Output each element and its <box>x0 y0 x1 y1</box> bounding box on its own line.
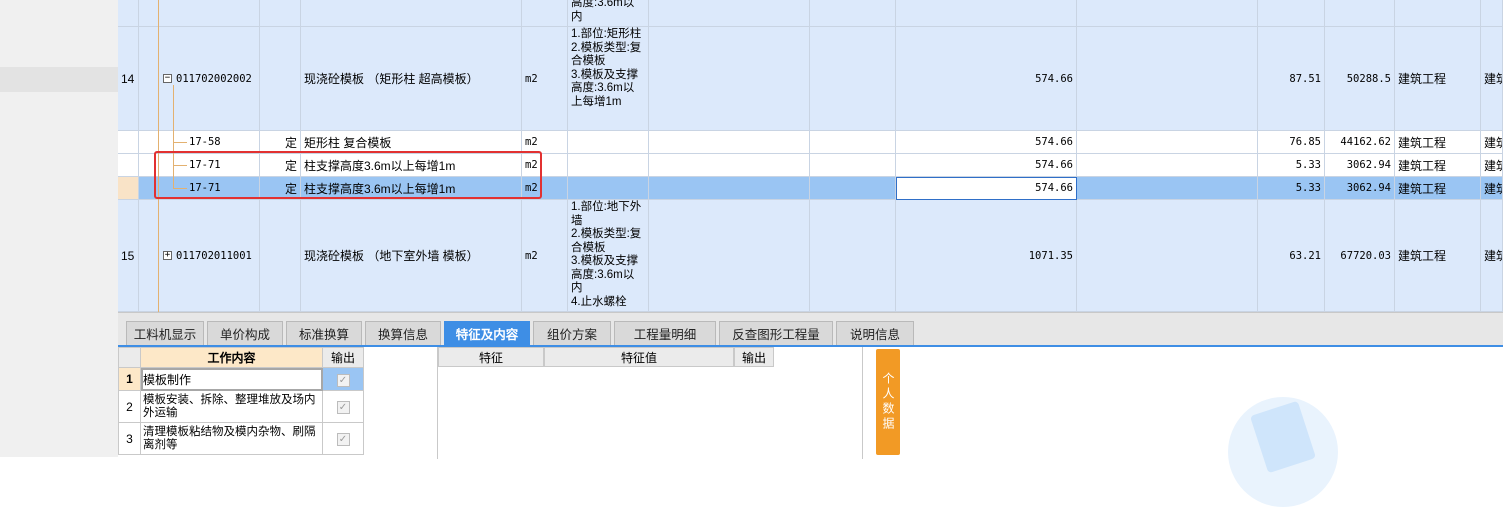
price-cell[interactable]: 63.21 <box>1258 200 1325 312</box>
tab-standard-conversion[interactable]: 标准换算 <box>286 321 362 345</box>
table-row[interactable]: 14 −011702002002 现浇砼模板 （矩形柱 超高模板） m2 1.部… <box>118 27 1503 131</box>
feature-value-header: 特征值 <box>544 347 734 367</box>
quantity-cell[interactable]: 1071.35 <box>896 200 1077 312</box>
total-cell[interactable]: 50288.5 <box>1325 27 1395 131</box>
tab-features-content[interactable]: 特征及内容 <box>444 321 530 345</box>
work-content-table: 工作内容 输出 1 模板制作 ✓ 2 模板安装、拆除、整理堆放及场内外运输 ✓ … <box>118 347 364 455</box>
feature-header: 特征 <box>438 347 544 367</box>
total-cell[interactable]: 3062.94 <box>1325 177 1395 200</box>
left-sidebar <box>0 0 118 457</box>
row-number: 15 <box>118 200 139 312</box>
output-checkbox[interactable]: ✓ <box>336 401 350 414</box>
category2-cell[interactable]: 建筑工程 <box>1481 177 1503 200</box>
total-cell[interactable]: 44162.62 <box>1325 131 1395 154</box>
feature-cell[interactable]: 1.部位:矩形柱 2.模板类型:复合模板 3.模板及支撑高度:3.6m以上每增1… <box>568 27 649 131</box>
tab-quantity-detail[interactable]: 工程量明细 <box>614 321 716 345</box>
tab-pricing-plan[interactable]: 组价方案 <box>533 321 611 345</box>
feature-cell[interactable]: 高度:3.6m以内 <box>568 0 649 27</box>
category2-cell[interactable]: 建筑工程 <box>1481 27 1503 131</box>
category2-cell[interactable]: 建筑工程 <box>1481 154 1503 177</box>
category-cell[interactable]: 建筑工程 <box>1395 177 1481 200</box>
tab-reverse-lookup[interactable]: 反查图形工程量 <box>719 321 833 345</box>
collapse-icon[interactable]: − <box>163 74 172 83</box>
work-content-item[interactable]: 清理模板粘结物及模内杂物、刷隔离剂等 <box>140 422 323 455</box>
price-cell[interactable]: 76.85 <box>1258 131 1325 154</box>
name-cell[interactable]: 现浇砼模板 （矩形柱 超高模板） <box>301 27 522 131</box>
work-content-header: 工作内容 <box>140 347 323 368</box>
tab-unit-price[interactable]: 单价构成 <box>207 321 283 345</box>
category-cell[interactable]: 建筑工程 <box>1395 200 1481 312</box>
total-cell[interactable]: 67720.03 <box>1325 200 1395 312</box>
quantity-cell[interactable]: 574.66 <box>896 27 1077 131</box>
unit-cell[interactable]: m2 <box>522 200 568 312</box>
quantity-cell[interactable]: 574.66 <box>896 154 1077 177</box>
highlight-box <box>154 151 542 199</box>
type-cell[interactable] <box>260 200 301 312</box>
table-row[interactable]: 高度:3.6m以内 <box>118 0 1503 27</box>
bottom-panel: 工作内容 输出 1 模板制作 ✓ 2 模板安装、拆除、整理堆放及场内外运输 ✓ … <box>118 345 1503 507</box>
tree-line <box>173 142 187 143</box>
expand-icon[interactable]: + <box>163 251 172 260</box>
row-number <box>118 177 139 200</box>
work-content-item[interactable]: 模板安装、拆除、整理堆放及场内外运输 <box>140 390 323 423</box>
type-cell[interactable] <box>260 27 301 131</box>
category2-cell[interactable]: 建筑工程 <box>1481 200 1503 312</box>
category-cell[interactable]: 建筑工程 <box>1395 131 1481 154</box>
row-number: 1 <box>118 367 141 391</box>
personal-data-button[interactable]: 个人数据 <box>876 349 900 455</box>
name-cell[interactable]: 现浇砼模板 （地下室外墙 模板） <box>301 200 522 312</box>
code-text: 011702002002 <box>176 72 252 85</box>
tab-description[interactable]: 说明信息 <box>836 321 914 345</box>
left-sidebar-highlight <box>0 67 118 92</box>
feature-cell[interactable]: 1.部位:地下外墙 2.模板类型:复合模板 3.模板及支撑高度:3.6m以内 4… <box>568 200 649 312</box>
tab-labor-material[interactable]: 工料机显示 <box>126 321 204 345</box>
price-cell[interactable]: 5.33 <box>1258 177 1325 200</box>
category-cell[interactable]: 建筑工程 <box>1395 27 1481 131</box>
work-content-item[interactable]: 模板制作 <box>140 367 323 391</box>
price-cell[interactable]: 87.51 <box>1258 27 1325 131</box>
category-cell[interactable]: 建筑工程 <box>1395 154 1481 177</box>
quantity-cell[interactable]: 574.66 <box>896 131 1077 154</box>
output-checkbox[interactable]: ✓ <box>336 433 350 446</box>
code-text: 011702011001 <box>176 249 252 262</box>
row-number: 2 <box>118 390 141 423</box>
personal-data-label: 个人数据 <box>881 372 895 432</box>
quantity-cell-active[interactable]: 574.66 <box>896 177 1077 200</box>
divider <box>862 347 863 459</box>
row-number: 3 <box>118 422 141 455</box>
feature-output-header: 输出 <box>734 347 774 367</box>
output-checkbox[interactable]: ✓ <box>336 373 350 387</box>
unit-cell[interactable]: m2 <box>522 27 568 131</box>
row-number: 14 <box>118 27 139 131</box>
tab-conversion-info[interactable]: 换算信息 <box>365 321 441 345</box>
table-row[interactable]: 15 +011702011001 现浇砼模板 （地下室外墙 模板） m2 1.部… <box>118 200 1503 312</box>
price-cell[interactable]: 5.33 <box>1258 154 1325 177</box>
output-header: 输出 <box>322 347 364 368</box>
detail-tabs: 工料机显示 单价构成 标准换算 换算信息 特征及内容 组价方案 工程量明细 反查… <box>118 312 1503 345</box>
total-cell[interactable]: 3062.94 <box>1325 154 1395 177</box>
divider <box>437 347 438 459</box>
category2-cell[interactable]: 建筑工程 <box>1481 131 1503 154</box>
